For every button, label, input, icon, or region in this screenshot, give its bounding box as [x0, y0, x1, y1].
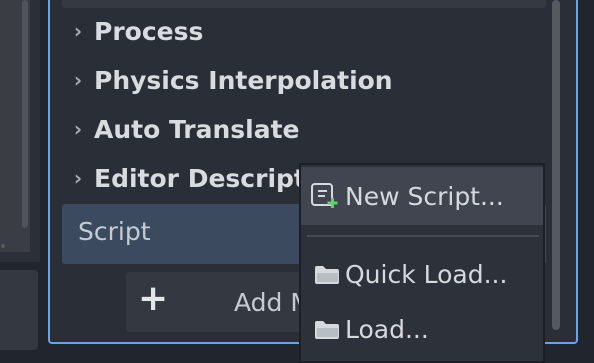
- left-panel-scrollbar[interactable]: [22, 0, 28, 228]
- left-panel: [0, 0, 40, 262]
- left-bottom-button[interactable]: [0, 270, 38, 350]
- new-script-icon: [301, 167, 345, 225]
- menu-item-label: New Script...: [345, 181, 504, 211]
- menu-item-load[interactable]: Load...: [301, 300, 543, 358]
- section-label: Auto Translate: [94, 114, 300, 144]
- folder-icon: [301, 300, 345, 358]
- inspector-top-row: [62, 0, 546, 8]
- section-label: Process: [94, 16, 204, 46]
- script-property-label: Script: [78, 217, 151, 246]
- section-auto-translate[interactable]: › Auto Translate: [62, 109, 546, 149]
- chevron-right-icon: ›: [73, 19, 83, 43]
- plus-icon: +: [138, 278, 169, 319]
- left-panel-dot: [1, 244, 5, 248]
- section-label: Physics Interpolation: [94, 65, 393, 95]
- section-physics-interpolation[interactable]: › Physics Interpolation: [62, 60, 546, 100]
- chevron-right-icon: ›: [73, 117, 83, 141]
- section-process[interactable]: › Process: [62, 11, 546, 51]
- script-popup-menu: New Script... Quick Load... Load...: [299, 163, 545, 363]
- menu-item-new-script[interactable]: New Script...: [301, 167, 543, 225]
- chevron-right-icon: ›: [73, 68, 83, 92]
- menu-separator: [307, 235, 539, 237]
- inspector-scrollbar[interactable]: [552, 0, 560, 330]
- menu-item-quick-load[interactable]: Quick Load...: [301, 245, 543, 303]
- menu-item-label: Load...: [345, 314, 429, 344]
- menu-item-label: Quick Load...: [345, 259, 508, 289]
- folder-icon: [301, 245, 345, 303]
- chevron-right-icon: ›: [73, 166, 83, 190]
